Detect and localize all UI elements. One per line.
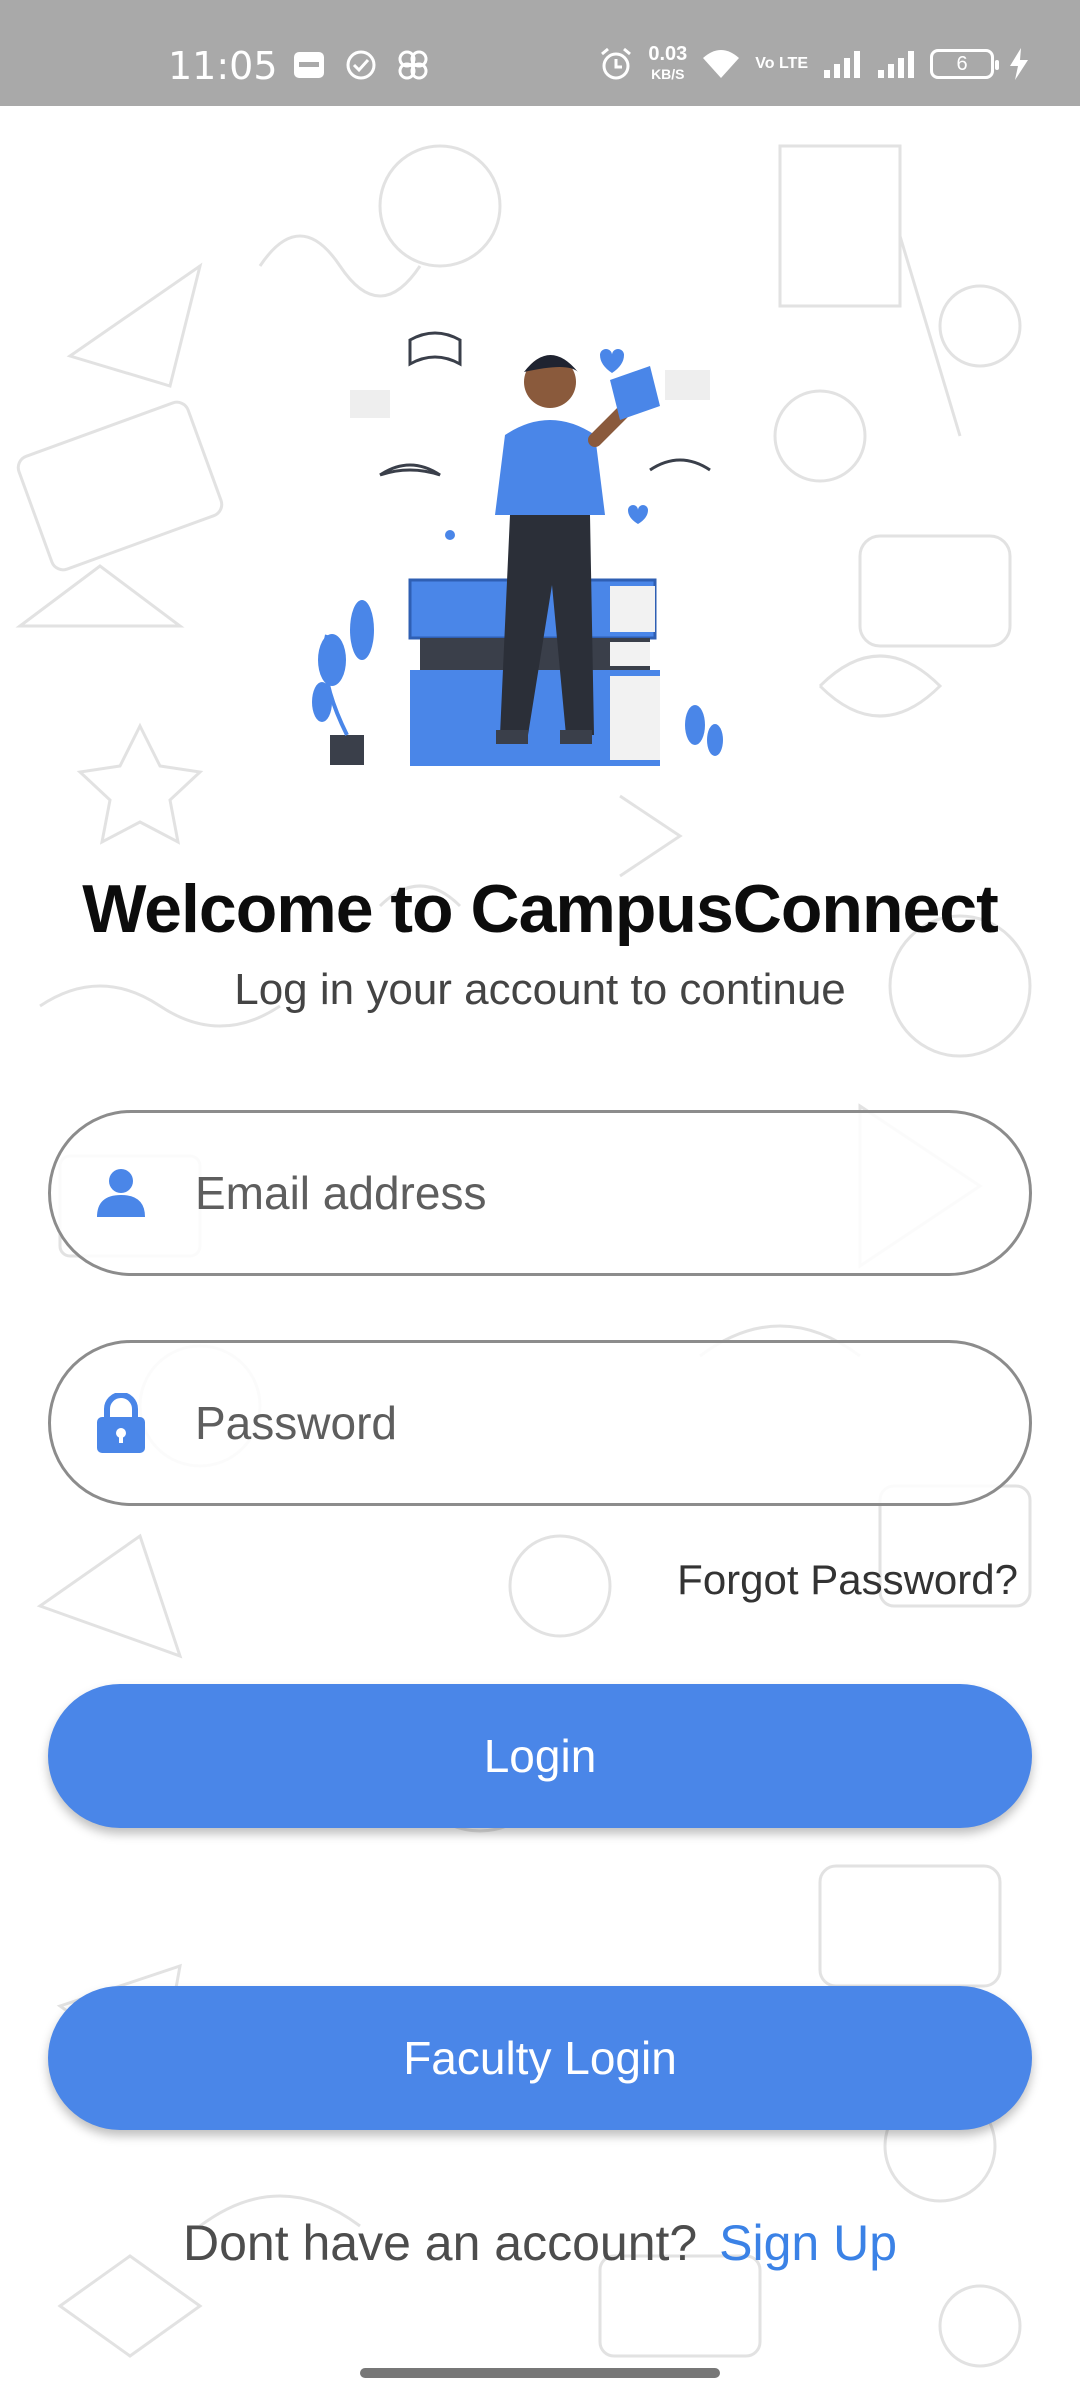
battery-icon: 6	[930, 49, 999, 79]
status-bar: 11:05 0.03 KB/S Vo LTE 6	[0, 0, 1080, 106]
signup-row: Dont have an account? Sign Up	[0, 2214, 1080, 2272]
person-icon	[91, 1163, 151, 1223]
status-time: 11:05	[168, 44, 278, 88]
check-circle-icon	[346, 50, 376, 80]
charging-icon	[1010, 48, 1028, 80]
net-speed: 0.03 KB/S	[648, 44, 687, 84]
pinwheel-icon	[398, 50, 428, 80]
alarm-icon	[601, 47, 632, 80]
faculty-login-button[interactable]: Faculty Login	[48, 1986, 1032, 2130]
signup-prompt: Dont have an account?	[182, 2215, 698, 2271]
page-title: Welcome to CampusConnect	[82, 871, 999, 947]
login-button[interactable]: Login	[48, 1684, 1032, 1828]
wifi-icon	[703, 50, 740, 78]
student-reading-illustration	[312, 331, 723, 766]
password-input[interactable]	[195, 1396, 955, 1450]
net-speed-unit: KB/S	[651, 66, 685, 82]
signal-icon	[878, 51, 914, 78]
volte-indicator: Vo LTE	[755, 55, 808, 72]
forgot-password-link[interactable]: Forgot Password?	[677, 1556, 1018, 1604]
home-indicator[interactable]	[360, 2368, 720, 2378]
email-input[interactable]	[195, 1166, 955, 1220]
lock-icon	[91, 1393, 151, 1453]
signup-link[interactable]: Sign Up	[719, 2215, 897, 2271]
page-subtitle: Log in your account to continue	[234, 965, 846, 1014]
system-icons: 0.03 KB/S Vo LTE 6	[598, 44, 1030, 84]
signal-icon	[824, 51, 860, 78]
paytm-icon	[294, 52, 324, 78]
password-field[interactable]	[48, 1340, 1032, 1506]
email-field[interactable]	[48, 1110, 1032, 1276]
notification-icons	[292, 48, 430, 82]
net-speed-value: 0.03	[648, 43, 688, 65]
battery-level: 6	[956, 52, 968, 75]
